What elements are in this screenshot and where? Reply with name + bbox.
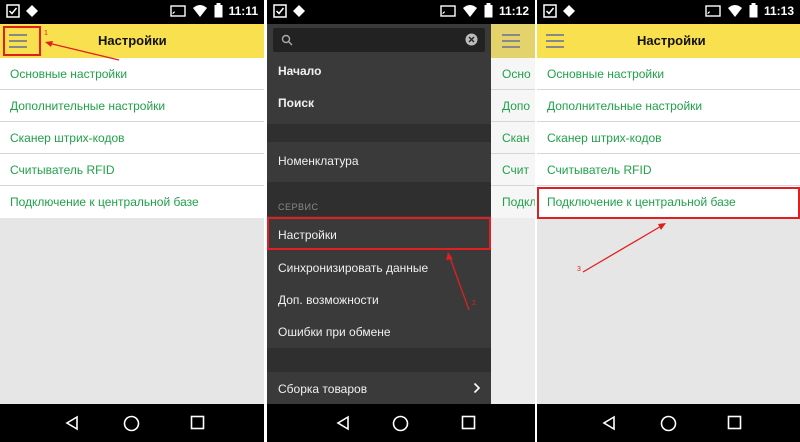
annotation-arrow bbox=[582, 223, 666, 273]
annotation-arrow bbox=[446, 252, 470, 311]
phone-screen-3: 11:13 Настройки Основные настройки Допол… bbox=[537, 0, 800, 442]
annotation-arrow bbox=[45, 41, 120, 61]
phone-screen-1: 11:11 Настройки Основные настройки Допол… bbox=[0, 0, 264, 442]
phone-screen-2: 11:12 Осно Допо Скан Счит Подкл Начало П… bbox=[267, 0, 535, 442]
